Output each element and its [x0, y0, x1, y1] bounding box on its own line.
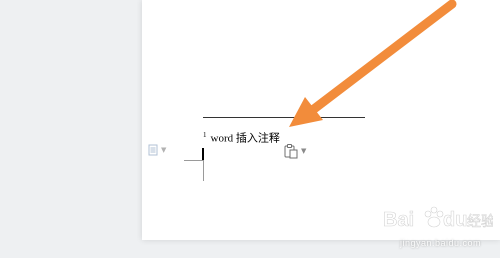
- chevron-down-icon: ▼: [301, 147, 307, 155]
- footnote-separator: [203, 117, 365, 118]
- chevron-down-icon: ▼: [161, 146, 167, 154]
- margin-mark-vertical: [203, 160, 204, 181]
- svg-text:经验: 经验: [467, 214, 493, 230]
- page-layout-icon: [148, 144, 158, 156]
- paste-options-icon: [284, 144, 298, 159]
- svg-text:du: du: [443, 209, 467, 231]
- layout-options-button[interactable]: ▼: [147, 144, 166, 156]
- text-cursor: [202, 148, 204, 160]
- paste-options-button[interactable]: ▼: [283, 143, 306, 159]
- svg-text:Bai: Bai: [383, 209, 414, 231]
- footnote-text[interactable]: word 插入注释: [211, 133, 280, 145]
- document-window: ▼ 1 word 插入注释 ▼ Bai du 经验 jingyan.baidu.c…: [0, 0, 500, 258]
- footnote-reference-number: 1: [203, 131, 207, 139]
- footnote-entry[interactable]: 1 word 插入注释: [203, 128, 280, 146]
- watermark-url: jingyan.baidu.com: [400, 238, 482, 248]
- margin-mark-horizontal: [184, 160, 203, 161]
